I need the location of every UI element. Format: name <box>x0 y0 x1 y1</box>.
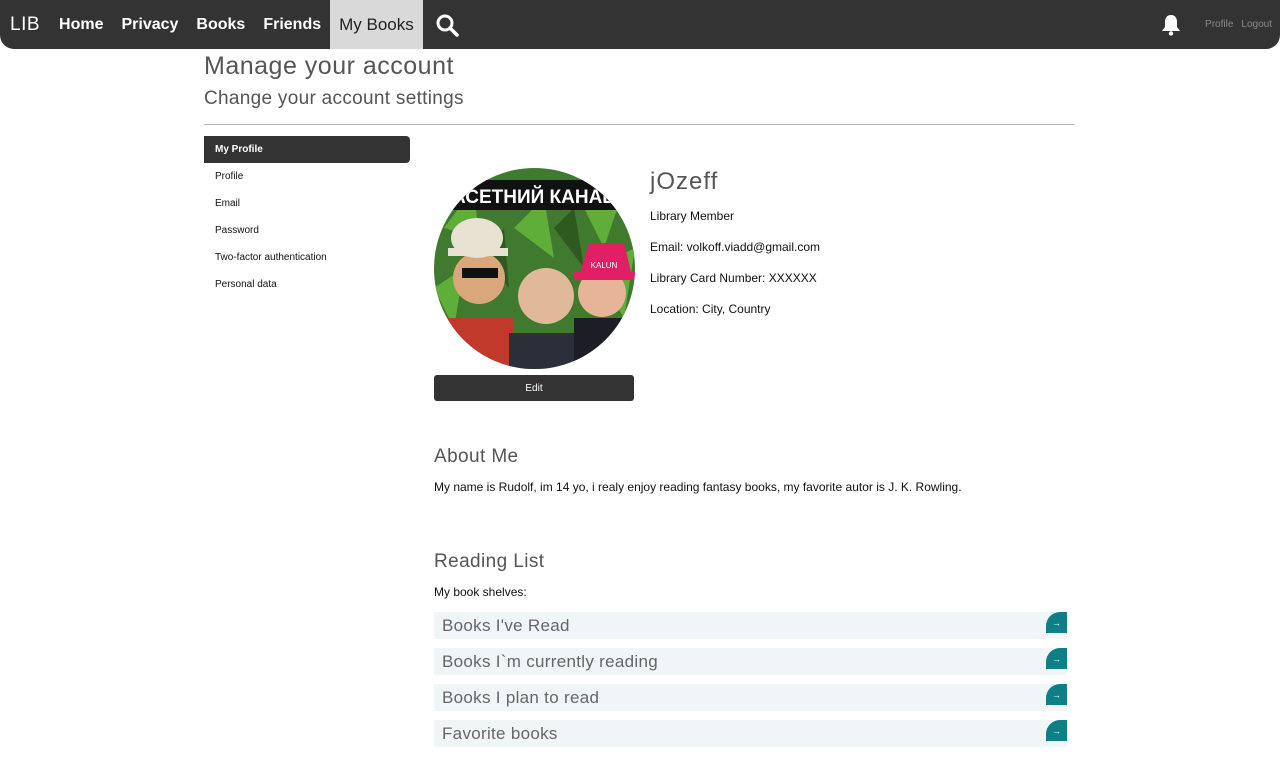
shelf-label: Favorite books <box>442 723 558 743</box>
shelf-label: Books I`m currently reading <box>442 651 658 671</box>
shelf-currently-reading[interactable]: Books I`m currently reading → <box>434 648 1067 675</box>
arrow-right-icon[interactable]: → <box>1046 648 1067 669</box>
avatar-caption: АСЕТНИЙ КАНАВ <box>452 186 616 208</box>
shelf-plan-to-read[interactable]: Books I plan to read → <box>434 684 1067 711</box>
reading-title: Reading List <box>434 551 545 572</box>
nav-books[interactable]: Books <box>187 0 254 49</box>
hat-text: KALUN <box>591 261 618 270</box>
search-icon[interactable] <box>423 0 471 49</box>
arrow-right-icon[interactable]: → <box>1046 684 1067 705</box>
profile-role: Library Member <box>650 209 735 223</box>
arrow-right-icon[interactable]: → <box>1046 720 1067 741</box>
about-title: About Me <box>434 446 519 467</box>
sidebar-item-email[interactable]: Email <box>204 190 410 217</box>
top-navbar: LIB Home Privacy Books Friends My Books … <box>0 0 1280 49</box>
about-text: My name is Rudolf, im 14 yo, i realy enj… <box>434 480 962 494</box>
profile-card-number: Library Card Number: XXXXXX <box>650 271 817 285</box>
sidebar-item-two-factor[interactable]: Two-factor authentication <box>204 244 410 271</box>
sidebar-item-my-profile[interactable]: My Profile <box>204 136 410 163</box>
account-sidebar: My Profile Profile Email Password Two-fa… <box>204 136 410 298</box>
profile-username: jOzeff <box>650 168 719 195</box>
arrow-right-icon[interactable]: → <box>1046 612 1067 633</box>
nav-privacy[interactable]: Privacy <box>112 0 187 49</box>
nav-home[interactable]: Home <box>50 0 112 49</box>
sidebar-item-profile[interactable]: Profile <box>204 163 410 190</box>
page-subtitle: Change your account settings <box>204 88 464 109</box>
edit-profile-button[interactable]: Edit <box>434 375 634 401</box>
shelf-label: Books I've Read <box>442 615 570 635</box>
bell-icon[interactable] <box>1141 14 1201 36</box>
shelf-favorites[interactable]: Favorite books → <box>434 720 1067 747</box>
nav-friends[interactable]: Friends <box>254 0 330 49</box>
nav-logout-link[interactable]: Logout <box>1237 19 1280 30</box>
shelf-label: Books I plan to read <box>442 687 600 707</box>
sidebar-item-personal-data[interactable]: Personal data <box>204 271 410 298</box>
profile-email: Email: volkoff.viadd@gmail.com <box>650 240 821 254</box>
profile-location: Location: City, Country <box>650 302 771 316</box>
nav-my-books[interactable]: My Books <box>330 0 423 49</box>
sidebar-item-password[interactable]: Password <box>204 217 410 244</box>
nav-right: Profile Logout <box>1141 0 1280 49</box>
avatar: АСЕТНИЙ КАНАВ KALUN <box>434 168 635 369</box>
page-title: Manage your account <box>204 52 454 80</box>
reading-subtitle: My book shelves: <box>434 585 527 599</box>
nav-profile-link[interactable]: Profile <box>1201 19 1237 30</box>
header-divider <box>204 124 1075 125</box>
shelf-read[interactable]: Books I've Read → <box>434 612 1067 639</box>
brand-logo[interactable]: LIB <box>0 14 50 36</box>
